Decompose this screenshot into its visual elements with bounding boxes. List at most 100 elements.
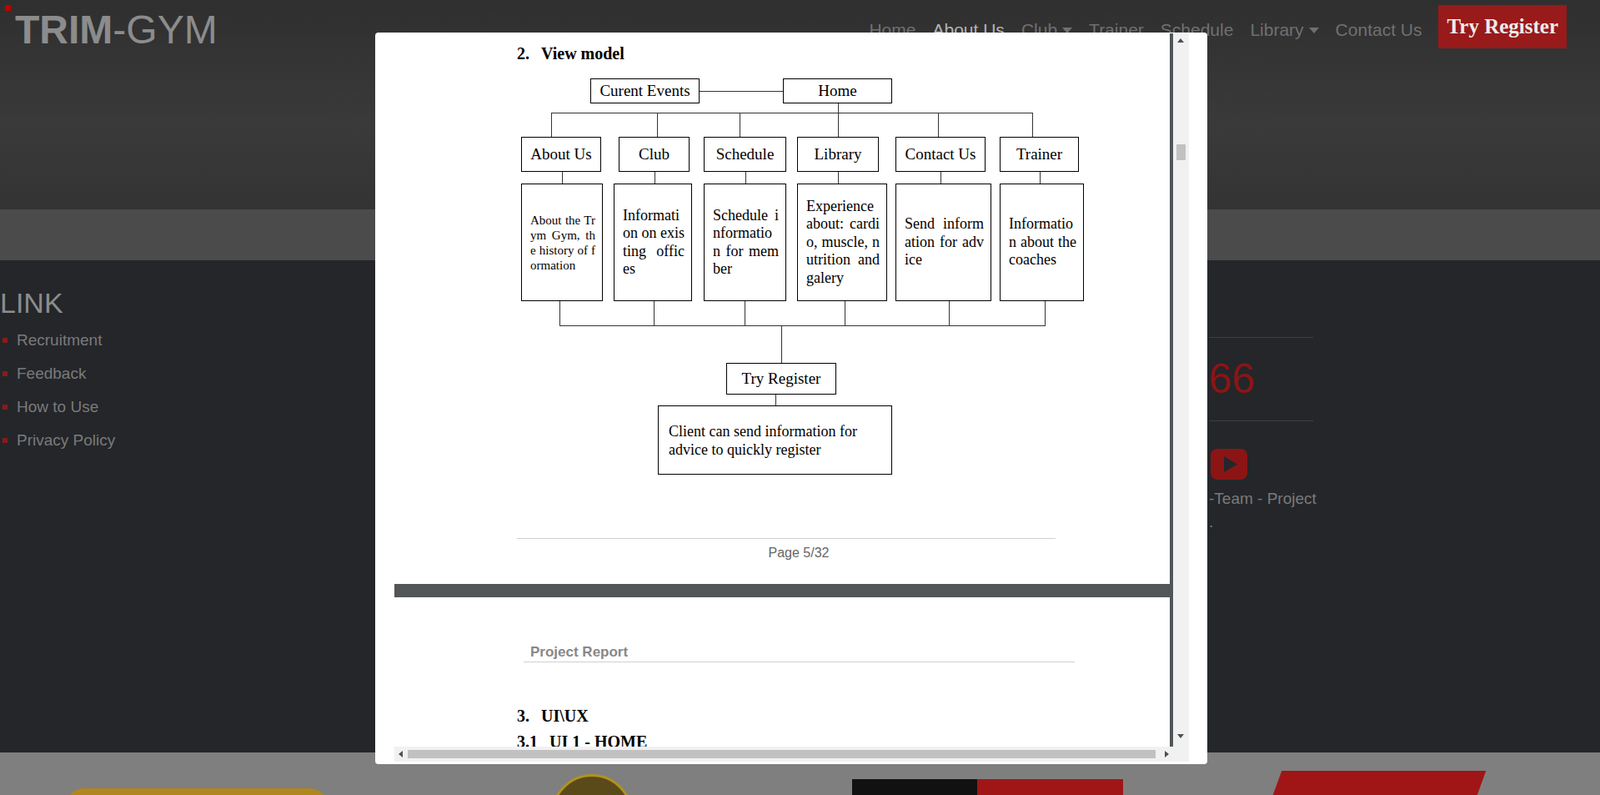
bullet-icon (2, 371, 8, 377)
footer-link[interactable]: Feedback (0, 356, 214, 391)
footer-credit: -Team - Project (1208, 488, 1568, 509)
description-text: Information on existing offices (622, 206, 685, 279)
diagram-node: Schedule (703, 136, 787, 172)
diagram-node: Club (618, 136, 690, 172)
pdf-viewer: 2.View model Curent Events Home About Us Abo… (394, 33, 1189, 762)
description-text: Experience about: cardio, muscle, nutrit… (806, 197, 880, 288)
scroll-thumb[interactable] (407, 749, 1156, 758)
connector-line (1039, 171, 1041, 184)
diagram-node: Home (782, 78, 893, 104)
pdf-page: Project Report 3. UI\UX 3.1UI 1 - HOME (394, 596, 1170, 747)
connector-line (775, 394, 777, 406)
node-label: Curent Events (599, 81, 690, 101)
horizontal-scrollbar[interactable] (394, 746, 1174, 762)
corner-marker (5, 5, 11, 11)
connector-line (837, 112, 839, 137)
footer-link-label[interactable]: Feedback (16, 356, 86, 391)
bullet-icon (2, 437, 8, 443)
youtube-icon[interactable] (1208, 442, 1249, 486)
nav-item-label[interactable]: Library (1249, 18, 1304, 42)
bullet-icon (2, 404, 8, 410)
connector-line (561, 171, 563, 184)
connector-line (1032, 112, 1034, 137)
node-label: Trainer (1016, 145, 1063, 164)
connector-line (551, 112, 552, 137)
subsection-title: UI 1 - HOME (549, 732, 648, 747)
footer-link-list: RecruitmentFeedbackHow to UsePrivacy Pol… (0, 323, 214, 457)
divider (1208, 336, 1314, 338)
dropdown-caret-icon[interactable] (1309, 27, 1320, 34)
footer-links-column: LINKRecruitmentFeedbackHow to UsePrivacy… (0, 260, 214, 753)
footer-link-label[interactable]: How to Use (16, 390, 99, 424)
footer-link[interactable]: Privacy Policy (0, 423, 214, 457)
footer-link-label[interactable]: Recruitment (16, 323, 102, 357)
footer-link[interactable]: Recruitment (0, 323, 214, 357)
connector-line (699, 90, 784, 92)
partner-logo (551, 773, 633, 795)
node-label: Home (817, 81, 857, 101)
section-number: 2. (516, 44, 530, 63)
scroll-down-icon[interactable] (1177, 733, 1184, 738)
description-text: Send information for advice (904, 215, 984, 270)
connector-line (844, 300, 846, 326)
diagram-node: Curent Events (590, 78, 700, 104)
description-text: Client can send information for advice t… (668, 421, 858, 459)
nav-item-label[interactable]: Contact Us (1335, 18, 1423, 42)
partner-logo (1269, 770, 1487, 795)
logo-light-text[interactable]: -GYM (112, 7, 217, 52)
node-label: Club (638, 145, 670, 164)
scroll-up-icon[interactable] (1177, 38, 1184, 43)
connector-line (937, 112, 939, 137)
connector-line (653, 300, 655, 326)
bullet-icon (2, 337, 8, 343)
document-modal: 2.View model Curent Events Home About Us Abo… (375, 32, 1208, 764)
footer-link[interactable]: How to Use (0, 390, 214, 424)
connector-line (837, 103, 839, 113)
diagram-description: Client can send information for advice t… (657, 405, 893, 475)
scroll-right-icon[interactable] (1164, 750, 1169, 758)
vertical-scrollbar[interactable] (1173, 33, 1189, 762)
logo[interactable]: TRIM-GYM (15, 8, 218, 52)
footer-contact-column: 66-Team - Project. (1208, 260, 1568, 753)
connector-line (1044, 300, 1046, 326)
section-heading: 2.View model (394, 33, 1170, 64)
description-text: Schedule information for member (712, 206, 779, 279)
node-label: Library (814, 145, 863, 164)
partner-logo (852, 778, 1124, 795)
section-number: 3. (516, 706, 530, 725)
diagram-node: Try Register (726, 362, 837, 395)
scroll-thumb[interactable] (1176, 144, 1186, 161)
diagram-description: Send information for advice (895, 183, 992, 301)
partner-logo (66, 787, 327, 795)
nav-item[interactable]: Contact Us (1335, 18, 1423, 42)
footer-heading: LINK (0, 285, 214, 320)
node-label: Try Register (742, 369, 822, 388)
section-title: UI\UX (541, 706, 589, 725)
diagram-description: Schedule information for member (703, 183, 787, 301)
connector-line (739, 112, 741, 137)
node-label: About Us (530, 145, 592, 164)
try-register-button[interactable]: Try Register (1438, 5, 1567, 49)
diagram-node: About Us (521, 136, 602, 172)
diagram-description: Experience about: cardio, muscle, nutrit… (797, 183, 888, 301)
logo-bold-text[interactable]: TRIM (15, 7, 113, 52)
diagram-node: Library (797, 136, 879, 172)
connector-line (948, 300, 950, 326)
connector-line (559, 325, 1046, 327)
divider (1208, 420, 1314, 422)
diagram-description: About the Trym Gym, the history of forma… (521, 183, 603, 301)
footer-link-label[interactable]: Privacy Policy (16, 423, 116, 457)
page-header: Project Report (523, 643, 1075, 663)
description-text: About the Trym Gym, the history of forma… (530, 212, 596, 273)
contact-number: 66 (1208, 337, 1568, 421)
scroll-left-icon[interactable] (398, 750, 403, 758)
diagram-node: Contact Us (895, 136, 986, 172)
connector-line (551, 112, 1034, 114)
pdf-page: 2.View model Curent Events Home About Us Abo… (394, 33, 1170, 584)
nav-item[interactable]: Library (1249, 18, 1319, 42)
connector-line (559, 300, 561, 326)
pdf-pages[interactable]: 2.View model Curent Events Home About Us Abo… (394, 33, 1174, 747)
subsection-heading: 3.1UI 1 - HOME (394, 731, 1170, 747)
diagram-description: Information on existing offices (613, 183, 693, 301)
diagram-node: Trainer (999, 136, 1079, 172)
